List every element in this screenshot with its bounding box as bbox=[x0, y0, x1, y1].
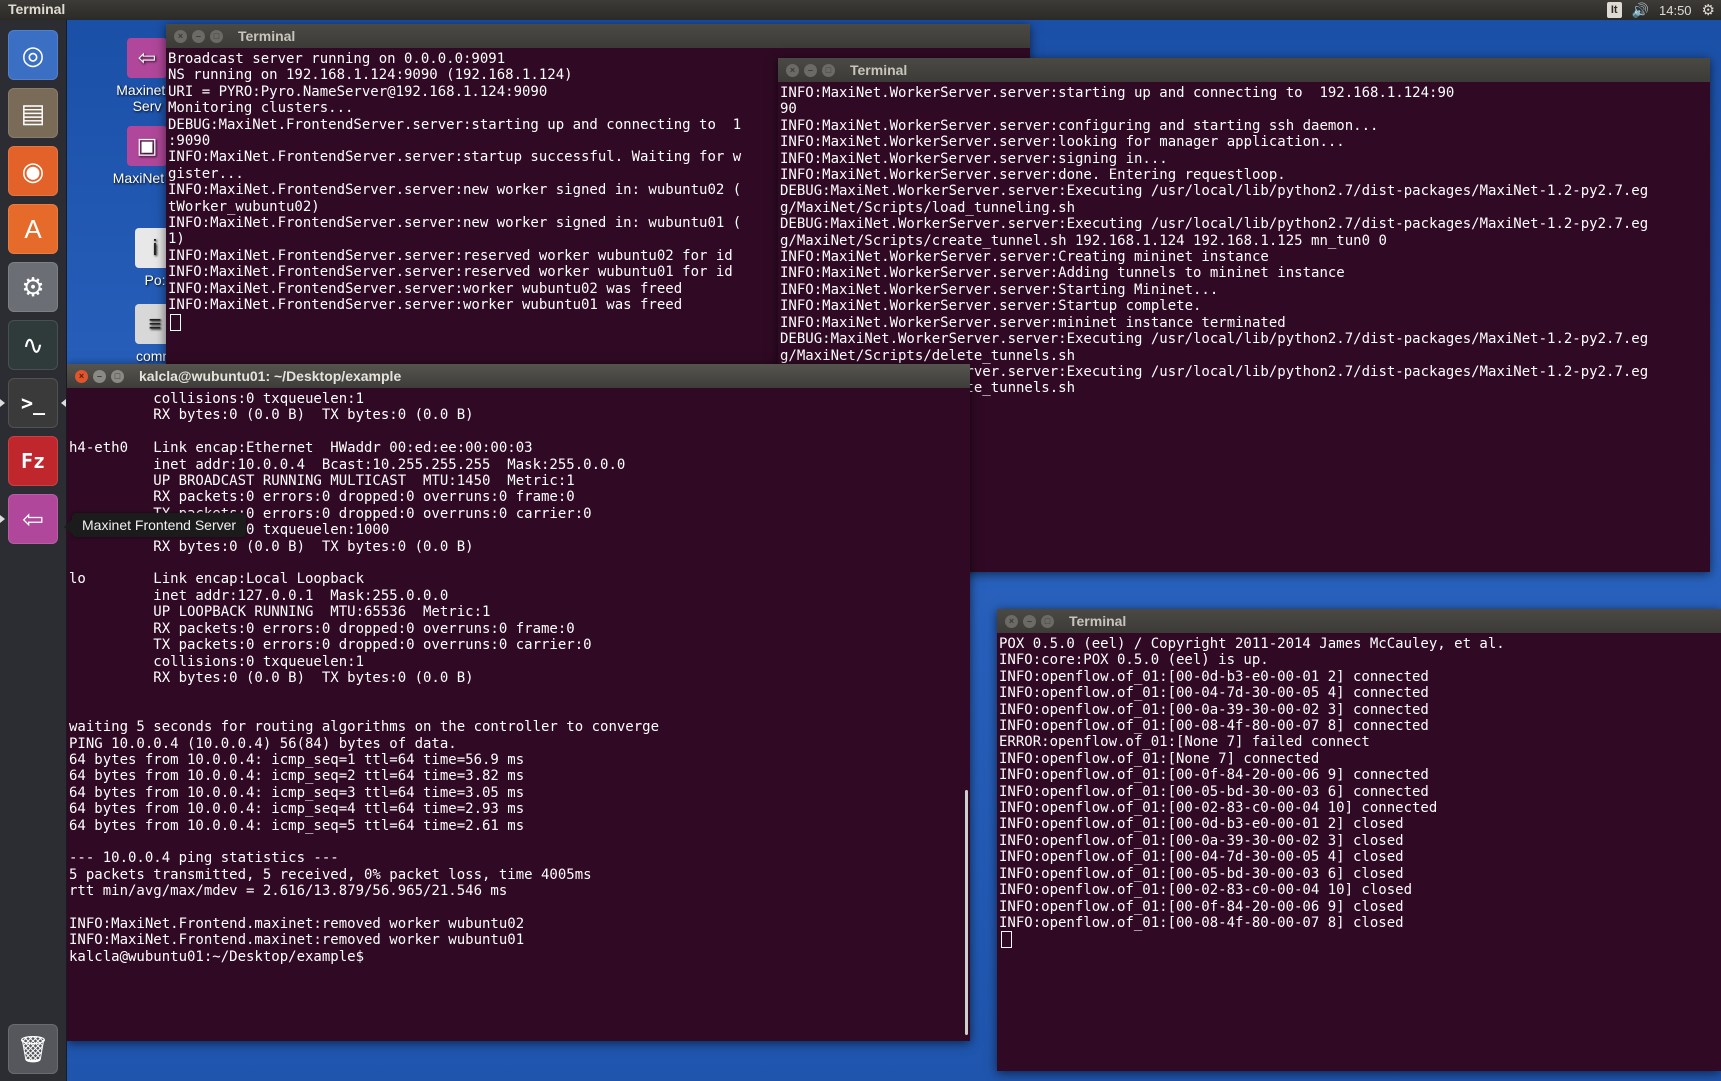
window-title: kalcla@wubuntu01: ~/Desktop/example bbox=[139, 368, 402, 384]
system-monitor-icon[interactable]: ∿ bbox=[8, 320, 58, 370]
window-titlebar[interactable]: × – □ Terminal bbox=[778, 58, 1710, 82]
output-text: Broadcast server running on 0.0.0.0:9091… bbox=[168, 51, 742, 314]
launcher: ◎ ▤ ◉ A ⚙ ∿ >_ Fz ⇦ 🗑 bbox=[0, 20, 67, 1081]
close-icon[interactable]: × bbox=[75, 369, 88, 383]
minimize-icon[interactable]: – bbox=[93, 369, 106, 383]
top-panel: Terminal It 🔊 14:50 ⚙ bbox=[0, 0, 1721, 20]
clock[interactable]: 14:50 bbox=[1659, 3, 1692, 18]
output-text: collisions:0 txqueuelen:1 RX bytes:0 (0.… bbox=[69, 391, 660, 949]
close-icon[interactable]: × bbox=[1005, 614, 1018, 628]
system-settings-icon[interactable]: ⚙ bbox=[8, 262, 58, 312]
minimize-icon[interactable]: – bbox=[192, 29, 205, 43]
maximize-icon[interactable]: □ bbox=[111, 369, 124, 383]
active-app-title: Terminal bbox=[8, 1, 66, 17]
output-text: POX 0.5.0 (eel) / Copyright 2011-2014 Ja… bbox=[999, 636, 1505, 931]
close-icon[interactable]: × bbox=[174, 29, 187, 43]
maximize-icon[interactable]: □ bbox=[1041, 614, 1054, 628]
terminal-window-main[interactable]: × – □ kalcla@wubuntu01: ~/Desktop/exampl… bbox=[67, 364, 970, 1041]
window-title: Terminal bbox=[850, 62, 908, 78]
window-titlebar[interactable]: × – □ Terminal bbox=[997, 609, 1721, 633]
close-icon[interactable]: × bbox=[786, 63, 799, 77]
minimize-icon[interactable]: – bbox=[1023, 614, 1036, 628]
maxinet-frontend-icon[interactable]: ⇦ bbox=[0, 494, 58, 544]
dash-icon[interactable]: ◎ bbox=[8, 30, 58, 80]
terminal-output[interactable]: POX 0.5.0 (eel) / Copyright 2011-2014 Ja… bbox=[997, 633, 1721, 950]
terminal-output[interactable]: INFO:MaxiNet.WorkerServer.server:startin… bbox=[778, 82, 1710, 397]
terminal-icon[interactable]: >_ bbox=[0, 378, 66, 428]
volume-icon[interactable]: 🔊 bbox=[1632, 2, 1649, 19]
shell-prompt: kalcla@wubuntu01:~/Desktop/example$ bbox=[69, 948, 373, 965]
trash-icon[interactable]: 🗑 bbox=[8, 1024, 58, 1074]
filezilla-icon[interactable]: Fz bbox=[8, 436, 58, 486]
scrollbar[interactable] bbox=[965, 790, 968, 1035]
maximize-icon[interactable]: □ bbox=[210, 29, 223, 43]
terminal-window-pox[interactable]: × – □ Terminal POX 0.5.0 (eel) / Copyrig… bbox=[997, 609, 1721, 1071]
files-icon[interactable]: ▤ bbox=[8, 88, 58, 138]
maxinet-frontend-icon: ⇦ bbox=[127, 38, 167, 78]
firefox-icon[interactable]: ◉ bbox=[8, 146, 58, 196]
software-center-icon[interactable]: A bbox=[8, 204, 58, 254]
indicator-area: It 🔊 14:50 ⚙ bbox=[1606, 0, 1715, 20]
window-title: Terminal bbox=[1069, 613, 1127, 629]
maxinet-worker-icon: ▣ bbox=[127, 126, 167, 166]
keyboard-layout-indicator[interactable]: It bbox=[1606, 2, 1622, 18]
terminal-output[interactable]: collisions:0 txqueuelen:1 RX bytes:0 (0.… bbox=[67, 388, 970, 965]
window-titlebar[interactable]: × – □ Terminal bbox=[166, 24, 1030, 48]
launcher-tooltip: Maxinet Frontend Server bbox=[63, 513, 247, 537]
gear-icon[interactable]: ⚙ bbox=[1702, 1, 1715, 19]
terminal-cursor bbox=[1001, 931, 1012, 949]
minimize-icon[interactable]: – bbox=[804, 63, 817, 77]
window-titlebar[interactable]: × – □ kalcla@wubuntu01: ~/Desktop/exampl… bbox=[67, 364, 970, 388]
window-title: Terminal bbox=[238, 28, 296, 44]
terminal-cursor bbox=[170, 313, 181, 331]
maximize-icon[interactable]: □ bbox=[822, 63, 835, 77]
